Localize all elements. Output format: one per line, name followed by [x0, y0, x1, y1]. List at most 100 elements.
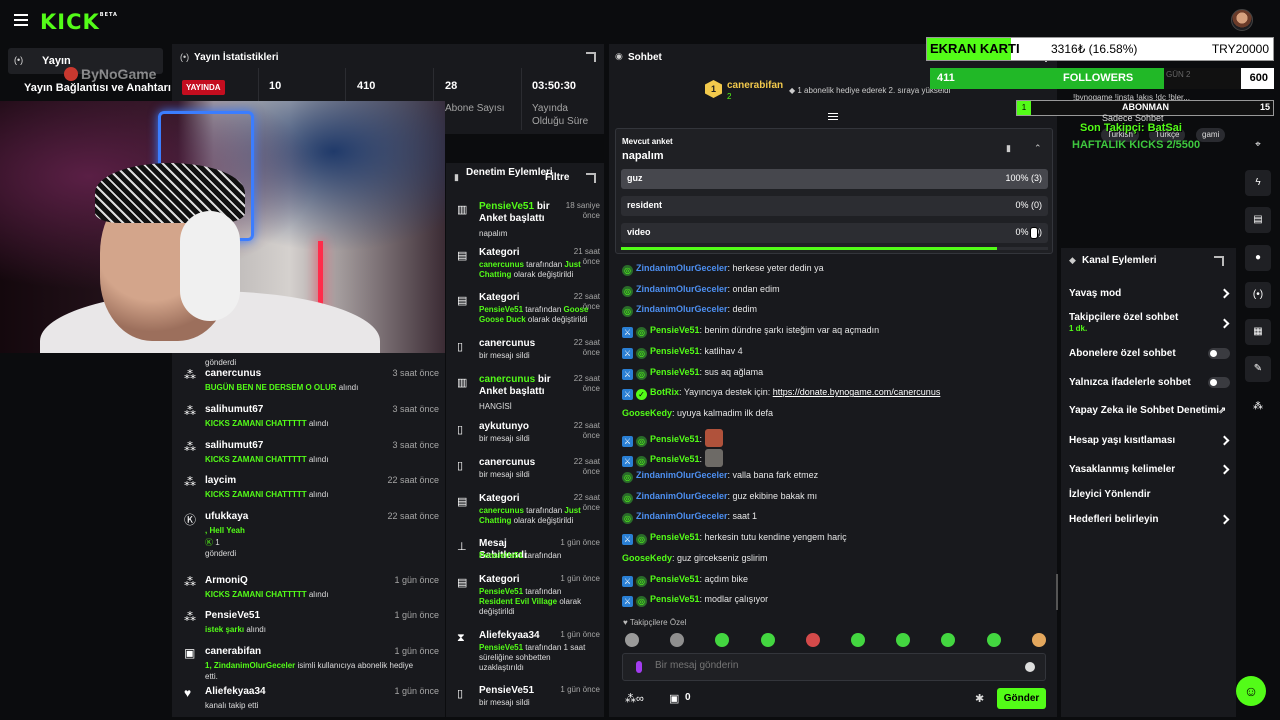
- channel-action-row[interactable]: Yapay Zeka ile Sohbet Denetimi ⇗: [1069, 405, 1230, 419]
- filter-button[interactable]: Filtre: [545, 172, 569, 183]
- moderation-log-item[interactable]: ▯ canercunus 22 saat önce bir mesajı sildi: [457, 338, 600, 378]
- activity-username[interactable]: Aliefekyaa34: [205, 686, 266, 697]
- tag-gaming[interactable]: gami: [1196, 128, 1226, 142]
- emote-icon[interactable]: [625, 633, 639, 647]
- send-button[interactable]: Gönder: [997, 688, 1046, 709]
- chat-input-box[interactable]: [622, 653, 1046, 681]
- emote-icon[interactable]: [941, 633, 956, 647]
- activity-username[interactable]: PensieVe51: [205, 610, 260, 621]
- emote-icon[interactable]: [805, 633, 820, 647]
- moderation-log-item[interactable]: ▯ PensieVe51 1 gün önce bir mesajı sildi: [457, 685, 600, 717]
- poll-option[interactable]: resident 0% (0): [621, 196, 1048, 216]
- moderation-log-item[interactable]: ▤ Kategori 1 gün önce PensieVe51 tarafından…: [457, 574, 600, 616]
- moderation-log-item[interactable]: ▥ PensieVe51 bir Anket başlattı 18 saniye …: [457, 201, 600, 241]
- chat-username[interactable]: PensieVe51: [650, 325, 700, 335]
- chat-username[interactable]: GooseKedy: [622, 408, 672, 418]
- moderation-log-item[interactable]: ▯ aykutunyo 22 saat önce bir mesajı sildi: [457, 421, 600, 461]
- camera-icon[interactable]: ⌖: [1245, 132, 1271, 158]
- moderator-name[interactable]: canercunus: [479, 374, 535, 385]
- channel-action-row[interactable]: Yavaş mod: [1069, 288, 1230, 302]
- activity-item[interactable]: ⁂ ArmoniQ 1 gün önce KICKS ZAMANI CHATTTTT …: [184, 575, 439, 615]
- chevron-up-icon[interactable]: ⌃: [1034, 143, 1042, 154]
- activity-item[interactable]: ▣ canerabifan 1 gün önce 1, ZindanimOlurGec…: [184, 646, 439, 686]
- moderation-log-item[interactable]: ▥ canercunus bir Anket başlattı 22 saat ön…: [457, 374, 600, 414]
- emote-icon[interactable]: [986, 633, 1001, 647]
- user-avatar[interactable]: [1231, 9, 1253, 31]
- emote-icon[interactable]: [715, 633, 730, 647]
- chat-username[interactable]: PensieVe51: [650, 574, 700, 584]
- emote-icon[interactable]: [1031, 633, 1046, 647]
- emote-icon[interactable]: [851, 633, 865, 647]
- activity-username[interactable]: salihumut67: [205, 440, 263, 451]
- activity-item[interactable]: ⁂ salihumut67 3 saat önce KICKS ZAMANI CHAT…: [184, 440, 439, 480]
- id-card-icon[interactable]: ▦: [1245, 319, 1271, 345]
- trash-icon[interactable]: ▮: [1006, 143, 1011, 154]
- popout-icon[interactable]: [586, 173, 596, 183]
- moderation-log-item[interactable]: ▤ Kategori 22 saat önce PensieVe51 tarafınd…: [457, 292, 600, 332]
- chat-username[interactable]: ZindanimOlurGeceler: [636, 304, 728, 314]
- popout-icon[interactable]: [586, 52, 596, 62]
- broadcast-icon[interactable]: (•): [1245, 282, 1271, 308]
- moderation-log-item[interactable]: ⊥ Mesaj Sabitlendi 1 gün önce PensieVe51 ta…: [457, 538, 600, 578]
- activity-item[interactable]: ⁂ laycim 22 saat önce KICKS ZAMANI CHATTTTT…: [184, 475, 439, 515]
- wrench-icon[interactable]: ✎: [1245, 356, 1271, 382]
- lightning-icon[interactable]: ϟ: [1245, 170, 1271, 196]
- toggle-switch[interactable]: [1208, 377, 1230, 388]
- activity-username[interactable]: ufukkaya: [205, 511, 248, 522]
- channel-action-row[interactable]: Hesap yaşı kısıtlaması: [1069, 435, 1230, 449]
- poll-option[interactable]: guz 100% (3): [621, 169, 1048, 189]
- poll-option[interactable]: video 0% (0): [621, 223, 1048, 243]
- moderation-log-item[interactable]: ▯ canercunus 22 saat önce bir mesajı sildi: [457, 457, 600, 497]
- kick-logo[interactable]: KICKBETA: [40, 10, 118, 34]
- chat-bubble-icon[interactable]: ●: [1245, 245, 1271, 271]
- moderation-log-item[interactable]: ▤ Kategori 22 saat önce canercunus tarafınd…: [457, 493, 600, 533]
- connections-icon[interactable]: ⁂: [1245, 394, 1271, 420]
- microphone-icon[interactable]: [636, 661, 642, 673]
- moderator-name[interactable]: PensieVe51: [479, 201, 534, 212]
- gear-icon[interactable]: ✱: [975, 692, 984, 705]
- activity-item[interactable]: Ⓚufukkaya 22 saat önce, Hell Yeah Ⓚ 1 gönde…: [184, 511, 439, 558]
- chat-scrollbar[interactable]: [1056, 574, 1058, 610]
- emoji-icon[interactable]: [1025, 662, 1035, 672]
- channel-action-row[interactable]: İzleyici Yönlendir: [1069, 489, 1230, 503]
- channel-action-row[interactable]: Yalnızca ifadelerle sohbet: [1069, 377, 1230, 391]
- chat-username[interactable]: PensieVe51: [650, 594, 700, 604]
- activity-item[interactable]: ⁂ PensieVe51 1 gün önce istek şarkı alındı: [184, 610, 439, 650]
- stream-connection-link[interactable]: Yayın Bağlantısı ve Anahtarı: [24, 82, 171, 94]
- channel-action-row[interactable]: Yasaklanmış kelimeler: [1069, 464, 1230, 478]
- chat-username[interactable]: PensieVe51: [650, 532, 700, 542]
- gift-box-icon[interactable]: ▣: [669, 692, 679, 705]
- chat-username[interactable]: ZindanimOlurGeceler: [636, 470, 728, 480]
- popout-icon[interactable]: [1214, 256, 1224, 266]
- emote-icon[interactable]: [896, 633, 911, 647]
- moderation-log-item[interactable]: ⧗ Aliefekyaa34 1 gün önce PensieVe51 tarafı…: [457, 630, 600, 672]
- channel-action-row[interactable]: Takipçilere özel sohbet 1 dk.: [1069, 312, 1230, 333]
- document-icon[interactable]: ▤: [1245, 207, 1271, 233]
- donate-link[interactable]: https://donate.bynogame.com/canercunus: [773, 387, 941, 397]
- menu-icon[interactable]: [14, 14, 28, 26]
- emote-icon[interactable]: [670, 633, 685, 647]
- activity-username[interactable]: laycim: [205, 475, 236, 486]
- activity-item[interactable]: ♥ Aliefekyaa34 1 gün önce kanalı takip etti: [184, 686, 439, 717]
- toggle-switch[interactable]: [1208, 348, 1230, 359]
- points-icon[interactable]: ⁂∞: [625, 692, 644, 705]
- chat-username[interactable]: PensieVe51: [650, 454, 700, 464]
- activity-item[interactable]: ⁂ canercunus 3 saat önce BUGÜN BEN NE DERSE…: [184, 368, 439, 408]
- activity-item[interactable]: ⁂ salihumut67 3 saat önce KICKS ZAMANI CHAT…: [184, 404, 439, 444]
- chat-username[interactable]: ZindanimOlurGeceler: [636, 284, 728, 294]
- activity-username[interactable]: ArmoniQ: [205, 575, 248, 586]
- chat-username[interactable]: ZindanimOlurGeceler: [636, 491, 728, 501]
- activity-username[interactable]: canercunus: [205, 368, 261, 379]
- moderation-log-item[interactable]: ▤ Kategori 21 saat önce canercunus tarafınd…: [457, 247, 600, 287]
- chat-username[interactable]: PensieVe51: [650, 346, 700, 356]
- support-icon[interactable]: ☺: [1236, 676, 1266, 706]
- chat-username[interactable]: PensieVe51: [650, 434, 700, 444]
- chat-username[interactable]: BotRix: [650, 387, 679, 397]
- channel-action-row[interactable]: Abonelere özel sohbet: [1069, 348, 1230, 362]
- chat-username[interactable]: ZindanimOlurGeceler: [636, 263, 728, 273]
- chat-username[interactable]: GooseKedy: [622, 553, 672, 563]
- chat-input[interactable]: [655, 660, 1015, 671]
- activity-username[interactable]: salihumut67: [205, 404, 263, 415]
- expand-icon[interactable]: [828, 113, 838, 122]
- chat-username[interactable]: PensieVe51: [650, 367, 700, 377]
